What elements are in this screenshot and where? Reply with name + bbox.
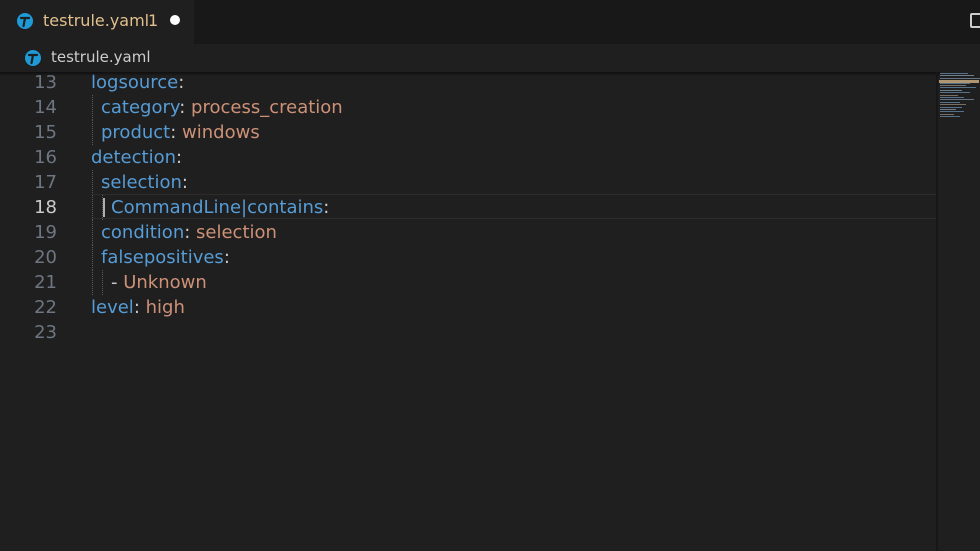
breadcrumb: testrule.yaml xyxy=(0,44,980,72)
indent-guide xyxy=(92,245,93,270)
yaml-key: detection xyxy=(91,147,177,168)
line-number: 18 xyxy=(34,197,57,218)
minimap-line xyxy=(940,109,956,110)
code-line[interactable]: 20 falsepositives: xyxy=(0,245,938,270)
yaml-file-icon xyxy=(25,50,41,66)
indent-guide xyxy=(92,95,93,120)
line-number: 19 xyxy=(34,222,57,243)
minimap-line xyxy=(940,104,966,106)
tab-bar: testrule.yaml 1 xyxy=(0,0,980,44)
minimap-line xyxy=(940,73,968,74)
yaml-punctuation: - xyxy=(111,272,124,293)
line-number: 15 xyxy=(34,122,57,143)
minimap[interactable] xyxy=(938,72,980,551)
code-text: product: windows xyxy=(101,120,260,145)
breadcrumb-shadow xyxy=(0,72,940,76)
breadcrumb-item-file[interactable]: testrule.yaml xyxy=(51,48,151,66)
split-editor-icon[interactable] xyxy=(970,13,980,28)
yaml-key: product xyxy=(101,122,171,143)
code-text: detection: xyxy=(91,145,182,170)
yaml-value: windows xyxy=(182,122,260,143)
yaml-punctuation: : xyxy=(184,222,197,243)
yaml-key: level xyxy=(91,297,134,318)
minimap-line xyxy=(940,82,970,84)
vscode-window: testrule.yaml 1 testrule.yaml 13 logsourc… xyxy=(0,0,980,551)
yaml-value: high xyxy=(145,297,185,318)
minimap-line xyxy=(940,101,960,103)
line-number: 16 xyxy=(34,147,57,168)
indent-guide xyxy=(92,170,93,195)
code-text: falsepositives: xyxy=(101,245,230,270)
minimap-line xyxy=(940,87,976,89)
yaml-key: condition xyxy=(101,222,185,243)
code-editor[interactable]: 13 logsource: 14 category: process_creation… xyxy=(0,72,938,551)
yaml-key: category xyxy=(101,97,180,118)
tab-testrule-yaml[interactable]: testrule.yaml 1 xyxy=(0,0,194,44)
code-text: level: high xyxy=(91,295,185,320)
indent-guide xyxy=(102,270,103,295)
yaml-punctuation: : xyxy=(181,172,188,193)
minimap-line xyxy=(940,106,962,108)
minimap-line xyxy=(940,94,958,96)
code-text: condition: selection xyxy=(101,220,277,245)
code-text: - Unknown xyxy=(111,270,207,295)
line-number: 14 xyxy=(34,97,57,118)
code-line[interactable]: 15 product: windows xyxy=(0,120,938,145)
yaml-file-icon xyxy=(17,13,33,29)
code-line[interactable]: 23 xyxy=(0,320,938,345)
minimap-line xyxy=(940,75,974,77)
indent-guide xyxy=(92,220,93,245)
code-line[interactable]: 16 detection: xyxy=(0,145,938,170)
code-line[interactable]: 17 selection: xyxy=(0,170,938,195)
code-line[interactable]: 21 - Unknown xyxy=(0,270,938,295)
yaml-punctuation: : xyxy=(176,147,183,168)
minimap-line xyxy=(940,89,962,91)
code-line[interactable]: 14 category: process_creation xyxy=(0,95,938,120)
unsaved-dot-icon[interactable] xyxy=(170,15,180,25)
minimap-line xyxy=(940,85,966,86)
code-line[interactable]: 22 level: high xyxy=(0,295,938,320)
text-cursor xyxy=(103,198,105,217)
code-text: category: process_creation xyxy=(101,95,343,120)
yaml-value: process_creation xyxy=(191,97,343,118)
yaml-punctuation: : xyxy=(133,297,146,318)
indent-guide xyxy=(92,120,93,145)
line-number: 17 xyxy=(34,172,57,193)
yaml-value: selection xyxy=(196,222,277,243)
minimap-line xyxy=(940,77,980,79)
problems-count-badge: 1 xyxy=(148,11,159,30)
yaml-value: Unknown xyxy=(123,272,207,293)
yaml-punctuation: : xyxy=(170,122,183,143)
code-line[interactable]: 19 condition: selection xyxy=(0,220,938,245)
line-number: 20 xyxy=(34,247,57,268)
minimap-line xyxy=(940,116,960,118)
tab-label: testrule.yaml xyxy=(43,11,150,30)
indent-guide xyxy=(92,270,93,295)
minimap-line xyxy=(940,97,964,98)
line-number: 22 xyxy=(34,297,57,318)
line-number: 21 xyxy=(34,272,57,293)
line-number: 23 xyxy=(34,322,57,343)
minimap-line xyxy=(940,111,964,113)
code-text: selection: xyxy=(101,170,188,195)
minimap-line xyxy=(940,99,974,101)
current-line-highlight xyxy=(91,194,936,219)
yaml-key: falsepositives xyxy=(101,247,224,268)
yaml-punctuation: : xyxy=(223,247,230,268)
minimap-line xyxy=(940,92,970,94)
minimap-line xyxy=(940,113,954,115)
yaml-key: selection xyxy=(101,172,182,193)
yaml-punctuation: : xyxy=(179,97,192,118)
